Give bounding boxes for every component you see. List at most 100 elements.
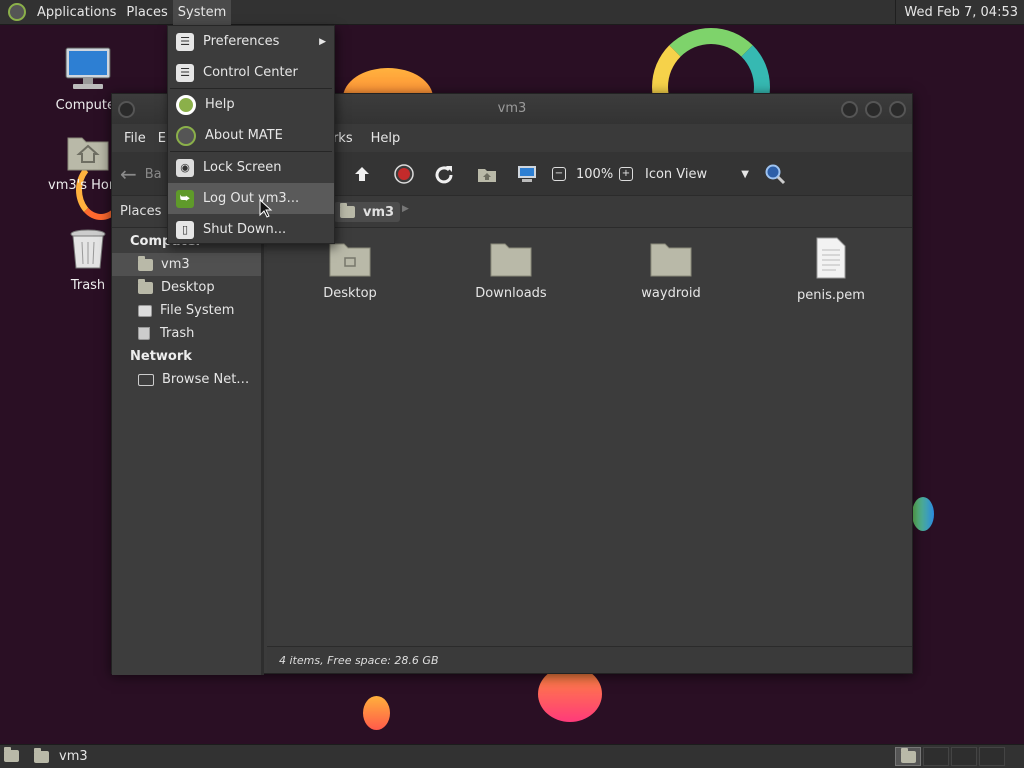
submenu-arrow-icon: ▶ [319,36,326,47]
up-arrow-icon [355,167,369,181]
reload-button[interactable] [434,162,454,186]
clock[interactable]: Wed Feb 7, 04:53 [895,0,1024,25]
network-icon [138,373,154,386]
sidebar-item-desktop[interactable]: Desktop [112,276,261,299]
file-name: Desktop [323,286,377,301]
workspace-switcher[interactable] [895,747,921,766]
menu-item-control-center[interactable]: ☰ Control Center [168,57,334,88]
decorative-blob [363,696,390,730]
close-button[interactable] [889,101,906,118]
chevron-down-icon: ▼ [741,168,749,180]
sidebar-item-label: File System [160,303,235,318]
bottom-panel: vm3 [0,744,1024,768]
home-folder-icon [67,137,109,171]
sidebar-item-label: Desktop [161,280,215,295]
path-button-vm3[interactable]: vm3 [334,202,401,222]
computer-icon [518,166,536,182]
decorative-blob [912,497,934,531]
computer-button[interactable] [516,162,538,186]
file-name: Downloads [475,286,547,301]
lock-icon: ◉ [176,158,194,177]
system-dropdown-menu: ☰ Preferences ▶ ☰ Control Center Help Ab… [167,25,335,244]
taskbar-item-label: vm3 [59,749,88,764]
workspace-2[interactable] [923,747,949,766]
reload-icon [435,166,453,184]
trash-icon [70,229,106,269]
stop-icon [394,164,414,184]
help-icon [176,94,196,115]
file-item-downloads[interactable]: Downloads [456,238,566,301]
mate-logo-icon[interactable] [8,3,26,21]
menu-item-shut-down[interactable]: ▯ Shut Down... [168,214,334,245]
control-center-icon: ☰ [176,63,194,82]
back-arrow-icon: ← [120,162,137,186]
file-name: waydroid [641,286,701,301]
places-menu[interactable]: Places [121,0,172,25]
folder-icon [490,243,532,277]
show-desktop-button[interactable] [4,747,19,766]
menu-item-log-out[interactable]: ⮩ Log Out vm3... [168,183,334,214]
stop-button[interactable] [394,162,414,186]
sidebar-item-label: Browse Net… [162,372,250,387]
drive-icon [138,304,152,317]
workspace-3[interactable] [951,747,977,766]
sidebar-item-vm3[interactable]: vm3 [112,253,261,276]
status-bar: 4 items, Free space: 28.6 GB [267,646,912,673]
sidebar-header-network: Network [130,349,192,364]
workspace-window-icon [900,747,916,763]
zoom-out-button[interactable]: − [552,162,566,186]
file-item-waydroid[interactable]: waydroid [616,238,726,301]
search-button[interactable] [764,162,786,186]
text-file-icon [816,237,846,279]
top-panel: Applications Places System Wed Feb 7, 04… [0,0,1024,25]
menu-item-label: About MATE [205,128,283,143]
menu-item-preferences[interactable]: ☰ Preferences ▶ [168,26,334,57]
side-pane-selector[interactable]: Places [120,204,161,219]
home-icon [478,169,496,182]
menu-file[interactable]: File [118,131,152,146]
menu-item-label: Preferences [203,34,280,49]
menu-item-help[interactable]: Help [168,89,334,120]
window-menu-icon[interactable] [118,101,135,118]
computer-icon [65,47,111,89]
sidebar-item-trash[interactable]: Trash [112,322,261,345]
minimize-button[interactable] [841,101,858,118]
window-title: vm3 [497,101,527,116]
about-icon [176,125,196,146]
desktop-folder-icon [329,243,371,277]
decorative-blob [538,666,602,722]
menu-item-label: Log Out vm3... [203,191,300,206]
preferences-icon: ☰ [176,32,194,51]
back-button[interactable]: ← Ba [120,162,162,186]
file-view[interactable]: Desktop Downloads waydroid penis.pem [267,228,912,646]
menu-item-label: Control Center [203,65,298,80]
view-select[interactable]: Icon View ▼ [645,162,749,186]
file-item-desktop[interactable]: Desktop [295,238,405,301]
applications-menu[interactable]: Applications [32,0,121,25]
zoom-in-button[interactable]: + [619,162,633,186]
menu-item-about-mate[interactable]: About MATE [168,120,334,151]
show-desktop-icon [4,747,19,762]
system-menu[interactable]: System [172,0,232,25]
menu-item-lock-screen[interactable]: ◉ Lock Screen [168,152,334,183]
sidebar-item-browse-network[interactable]: Browse Net… [112,368,261,391]
sidebar-item-file-system[interactable]: File System [112,299,261,322]
maximize-button[interactable] [865,101,882,118]
zoom-level[interactable]: 100% [576,162,613,186]
menu-item-label: Shut Down... [203,222,287,237]
menu-help[interactable]: Help [365,131,407,146]
home-button[interactable] [476,162,498,186]
home-icon [138,255,153,271]
logout-icon: ⮩ [176,189,194,208]
workspace-4[interactable] [979,747,1005,766]
sidebar-item-label: Trash [160,326,195,341]
up-button[interactable] [352,162,372,186]
taskbar-item-vm3[interactable]: vm3 [34,745,88,768]
home-icon [340,203,355,218]
shutdown-icon: ▯ [176,220,194,239]
menu-item-label: Help [205,97,235,112]
file-item-penis-pem[interactable]: penis.pem [776,236,886,303]
places-sidebar: Computer vm3 Desktop File System Trash N… [112,228,264,675]
back-label: Ba [144,166,162,182]
chevron-right-icon[interactable]: ▶ [402,204,409,214]
